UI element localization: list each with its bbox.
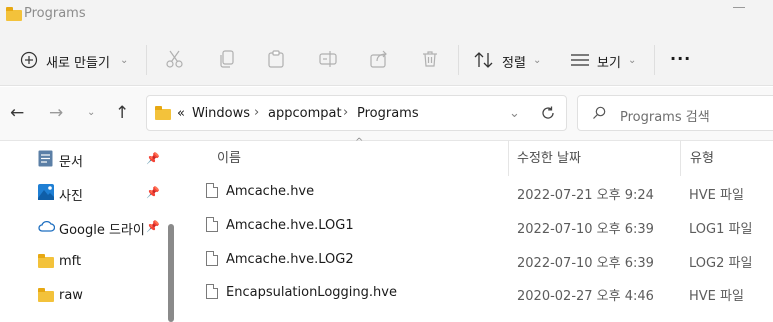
pin-icon[interactable]: 📌	[146, 186, 160, 199]
file-type: HVE 파일	[689, 289, 744, 304]
file-icon	[206, 183, 218, 198]
column-header-name[interactable]: 이름	[217, 147, 241, 166]
plus-circle-icon	[20, 51, 38, 69]
rename-icon[interactable]	[318, 49, 338, 69]
column-divider[interactable]	[508, 140, 509, 176]
window-title: Programs	[24, 6, 86, 21]
sort-button-label: 정렬	[502, 56, 526, 71]
file-icon	[206, 217, 218, 232]
file-name: Amcache.hve.LOG2	[226, 252, 354, 267]
file-row[interactable]: Amcache.hve 2022-07-21 오후 9:24 HVE 파일	[196, 180, 773, 204]
file-icon	[206, 284, 218, 299]
pin-icon[interactable]: 📌	[146, 220, 160, 233]
new-button[interactable]: 새로 만들기 ⌄	[18, 49, 128, 73]
sidebar-item-raw[interactable]: raw	[38, 285, 162, 307]
file-name: Amcache.hve.LOG1	[226, 218, 354, 233]
folder-icon	[38, 254, 54, 268]
sidebar-item-label: raw	[59, 288, 83, 303]
more-options-button[interactable]: ···	[670, 49, 691, 68]
chevron-down-icon: ⌄	[628, 55, 637, 66]
view-list-icon	[571, 54, 589, 66]
file-icon	[206, 251, 218, 266]
folder-icon	[38, 288, 54, 302]
column-header-modified[interactable]: 수정한 날짜	[517, 147, 581, 166]
arrow-left-icon[interactable]: ←	[10, 103, 24, 123]
sidebar-item-label: 사진	[59, 189, 83, 204]
sidebar-item-documents[interactable]: 문서 📌	[38, 148, 162, 170]
file-name: EncapsulationLogging.hve	[226, 285, 397, 300]
address-overflow[interactable]: «	[177, 106, 185, 121]
address-history-chevron-icon[interactable]: ⌄	[509, 106, 520, 121]
arrow-right-icon[interactable]: →	[49, 103, 63, 123]
column-divider[interactable]	[680, 140, 681, 176]
file-row[interactable]: Amcache.hve.LOG1 2022-07-10 오후 6:39 LOG1…	[196, 214, 773, 238]
sidebar-item-mft[interactable]: mft	[38, 251, 162, 273]
breadcrumb-windows[interactable]: Windows	[192, 106, 250, 121]
paste-icon[interactable]	[266, 49, 286, 69]
folder-icon	[6, 7, 22, 21]
file-row[interactable]: Amcache.hve.LOG2 2022-07-10 오후 6:39 LOG2…	[196, 248, 773, 272]
sidebar-item-google-drive[interactable]: Google 드라이 📌	[38, 216, 162, 238]
pictures-icon	[38, 184, 54, 200]
sidebar-item-label: mft	[59, 254, 82, 269]
file-type: LOG2 파일	[689, 256, 753, 271]
sidebar-item-label: Google 드라이	[59, 223, 145, 238]
copy-icon[interactable]	[217, 49, 237, 69]
cloud-icon	[38, 220, 55, 232]
sort-icon	[474, 52, 493, 68]
search-box[interactable]: Programs 검색	[577, 95, 773, 131]
chevron-down-icon: ⌄	[533, 55, 542, 66]
file-modified: 2022-07-10 오후 6:39	[517, 222, 654, 237]
pin-icon[interactable]: 📌	[146, 152, 160, 165]
file-modified: 2022-07-10 오후 6:39	[517, 256, 654, 271]
sidebar-item-pictures[interactable]: 사진 📌	[38, 182, 162, 204]
title-bar	[0, 0, 773, 34]
breadcrumb-appcompat[interactable]: appcompat	[268, 106, 342, 121]
share-icon[interactable]	[369, 49, 389, 69]
arrow-up-icon[interactable]: ↑	[115, 103, 129, 123]
file-modified: 2020-02-27 오후 4:46	[517, 289, 654, 304]
breadcrumb-separator: ›	[254, 105, 260, 120]
file-type: LOG1 파일	[689, 222, 753, 237]
toolbar-divider	[458, 45, 459, 75]
breadcrumb-separator: ›	[343, 105, 349, 120]
column-header-type[interactable]: 유형	[690, 147, 714, 166]
sort-ascending-icon: ^	[355, 137, 364, 148]
file-type: HVE 파일	[689, 188, 744, 203]
chevron-down-icon: ⌄	[120, 55, 129, 66]
sidebar-scrollbar[interactable]	[168, 224, 174, 322]
file-modified: 2022-07-21 오후 9:24	[517, 188, 654, 203]
breadcrumb-programs[interactable]: Programs	[357, 106, 419, 121]
toolbar-divider	[146, 45, 147, 75]
cut-icon[interactable]	[165, 49, 185, 69]
search-icon	[593, 106, 606, 119]
file-name: Amcache.hve	[226, 184, 315, 199]
address-bar[interactable]: « Windows › appcompat › Programs ⌄	[146, 95, 567, 131]
refresh-icon[interactable]	[540, 105, 556, 121]
minimize-button[interactable]	[733, 7, 745, 8]
view-button-label: 보기	[597, 56, 621, 71]
documents-icon	[38, 150, 53, 167]
view-button[interactable]: 보기 ⌄	[570, 49, 642, 73]
new-button-label: 새로 만들기	[46, 56, 110, 71]
sort-button[interactable]: 정렬 ⌄	[474, 49, 546, 73]
chevron-down-icon[interactable]: ⌄	[87, 107, 95, 118]
search-placeholder: Programs 검색	[620, 110, 710, 125]
delete-icon[interactable]	[420, 49, 440, 69]
file-row[interactable]: EncapsulationLogging.hve 2020-02-27 오후 4…	[196, 281, 773, 305]
toolbar-divider	[654, 45, 655, 75]
folder-icon	[155, 106, 171, 120]
sidebar-item-label: 문서	[59, 155, 83, 170]
